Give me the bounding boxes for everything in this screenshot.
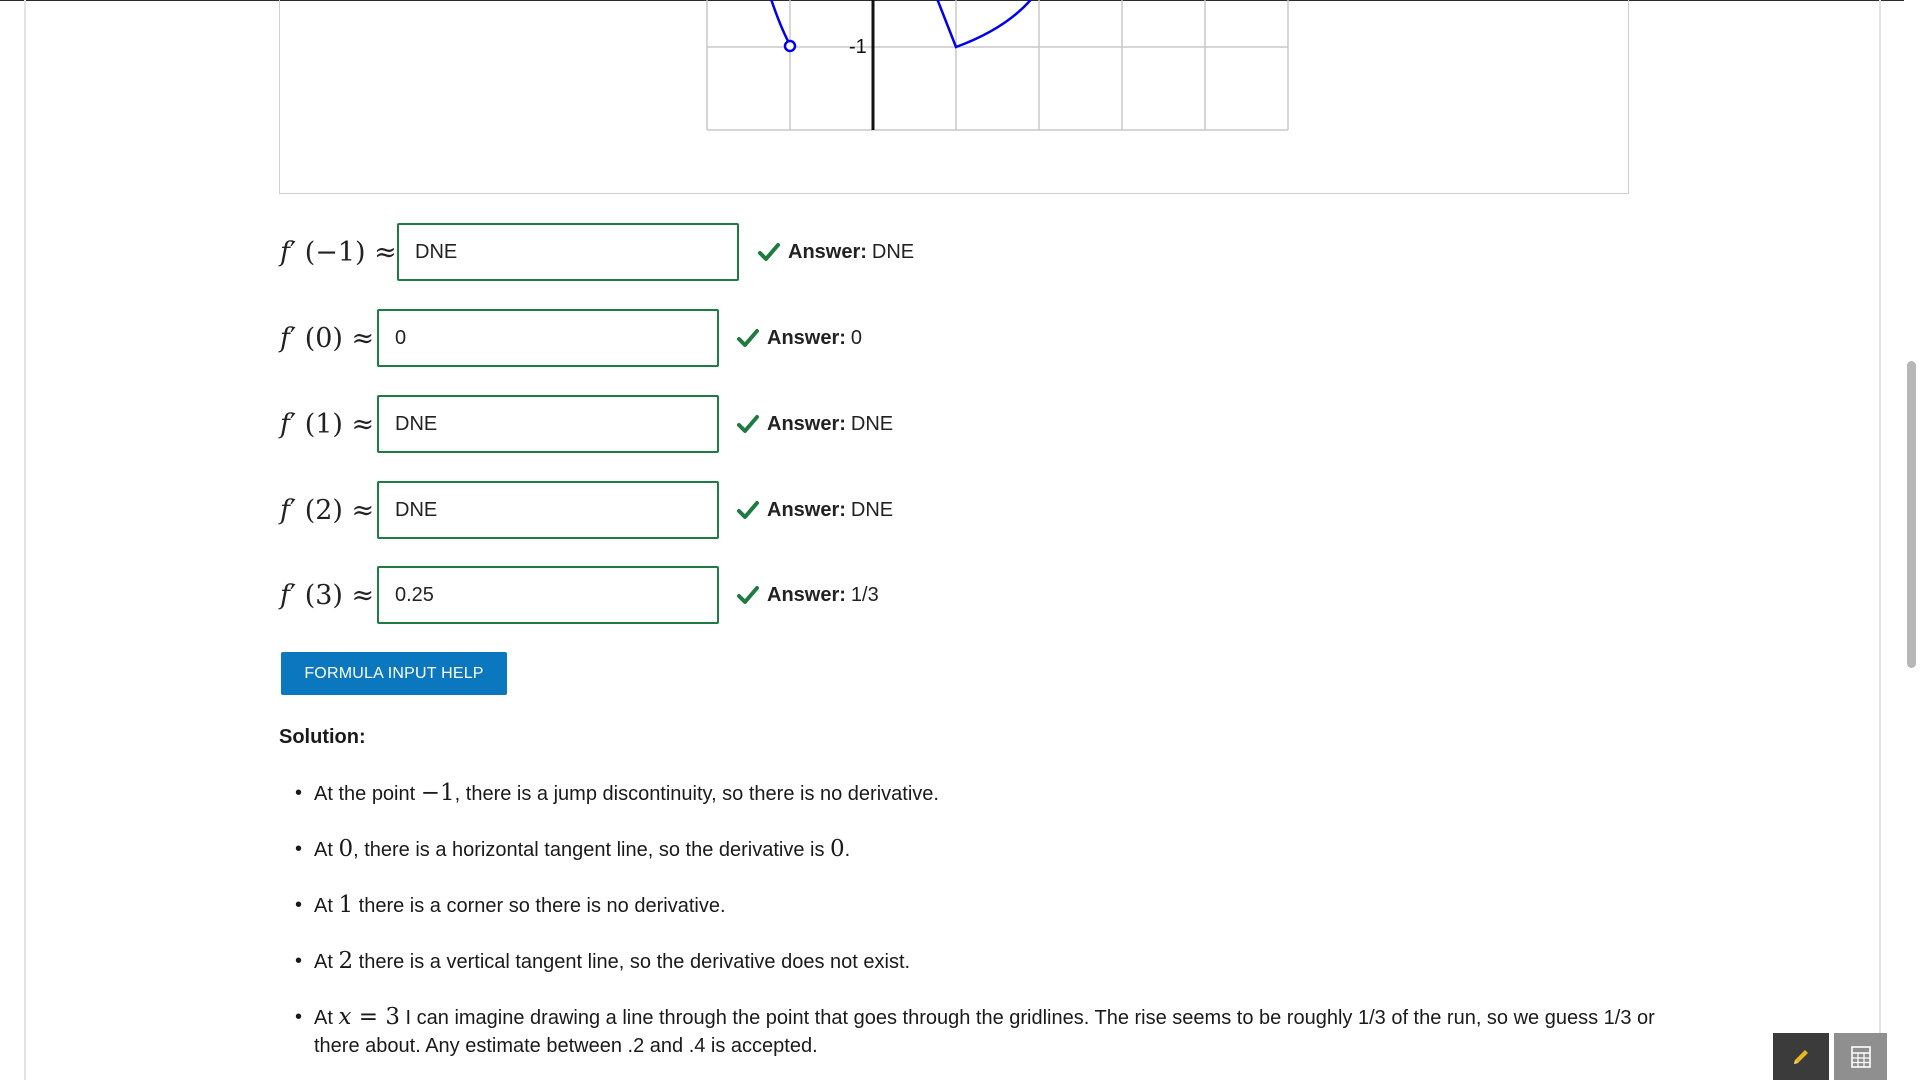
page-border-right	[1879, 0, 1881, 1080]
answer-row-1: f′ (−1) ≈	[280, 223, 397, 281]
answer-feedback-3: Answer: DNE	[737, 395, 893, 453]
bullet: •	[295, 838, 303, 860]
answer-label: Answer:	[767, 498, 846, 521]
bullet: •	[295, 1006, 303, 1028]
solution-item-3: • At 1 there is a corner so there is no …	[295, 892, 726, 918]
answer-input-2[interactable]: 0	[377, 309, 719, 367]
calculator-button[interactable]	[1834, 1033, 1887, 1080]
check-icon	[758, 243, 780, 261]
answer-value: DNE	[871, 240, 915, 263]
answer-label: Answer:	[767, 326, 846, 349]
bullet: •	[295, 950, 303, 972]
calculator-icon	[1850, 1045, 1871, 1068]
curve-right-piece	[936, 0, 1033, 49]
answer-label: Answer:	[767, 412, 846, 435]
answer-label: Answer:	[767, 583, 846, 606]
scratchpad-button[interactable]	[1773, 1033, 1829, 1080]
scrollbar-thumb[interactable]	[1907, 361, 1916, 668]
formula-input-help-button[interactable]: FORMULA INPUT HELP	[281, 652, 507, 695]
answer-row-2: f′ (0) ≈	[280, 309, 374, 367]
solution-item-4: • At 2 there is a vertical tangent line,…	[295, 948, 911, 974]
answer-value: DNE	[850, 498, 894, 521]
check-icon	[737, 415, 759, 433]
answer-input-5[interactable]: 0.25	[377, 566, 719, 624]
function-graph: -1	[706, 0, 1289, 131]
answer-feedback-2: Answer: 0	[737, 309, 862, 367]
tick-label: -1	[849, 36, 867, 58]
derivative-label: f′ (0) ≈	[280, 322, 375, 354]
derivative-label: f′ (−1) ≈	[280, 236, 397, 268]
answer-value: 0	[850, 326, 863, 349]
graph-grid	[706, 0, 1289, 131]
answer-feedback-1: Answer: DNE	[758, 223, 914, 281]
solution-item-5: • At x = 3 I can imagine drawing a line …	[295, 1004, 1655, 1057]
answer-row-4: f′ (2) ≈	[280, 481, 374, 539]
derivative-label: f′ (1) ≈	[280, 408, 375, 440]
bullet: •	[295, 894, 303, 916]
curve-left-piece	[770, 0, 791, 44]
answer-row-5: f′ (3) ≈	[280, 566, 374, 624]
answer-label: Answer:	[788, 240, 867, 263]
answer-input-1[interactable]: DNE	[397, 223, 739, 281]
solution-heading: Solution:	[279, 726, 366, 748]
page-border-left	[24, 0, 26, 1080]
check-icon	[737, 329, 759, 347]
answer-input-3[interactable]: DNE	[377, 395, 719, 453]
answer-row-3: f′ (1) ≈	[280, 395, 374, 453]
bullet: •	[295, 782, 303, 804]
check-icon	[737, 586, 759, 604]
pencil-icon	[1794, 1049, 1808, 1064]
open-point	[783, 39, 797, 53]
check-icon	[737, 501, 759, 519]
derivative-label: f′ (3) ≈	[280, 579, 375, 611]
answer-input-4[interactable]: DNE	[377, 481, 719, 539]
answer-value: DNE	[850, 412, 894, 435]
derivative-label: f′ (2) ≈	[280, 494, 375, 526]
graph-container: -1	[279, 0, 1629, 194]
answer-value: 1/3	[850, 583, 879, 606]
answer-feedback-5: Answer: 1/3	[737, 566, 879, 624]
solution-item-1: • At the point −1, there is a jump disco…	[295, 780, 939, 806]
solution-item-2: • At 0, there is a horizontal tangent li…	[295, 836, 851, 862]
answer-feedback-4: Answer: DNE	[737, 481, 893, 539]
